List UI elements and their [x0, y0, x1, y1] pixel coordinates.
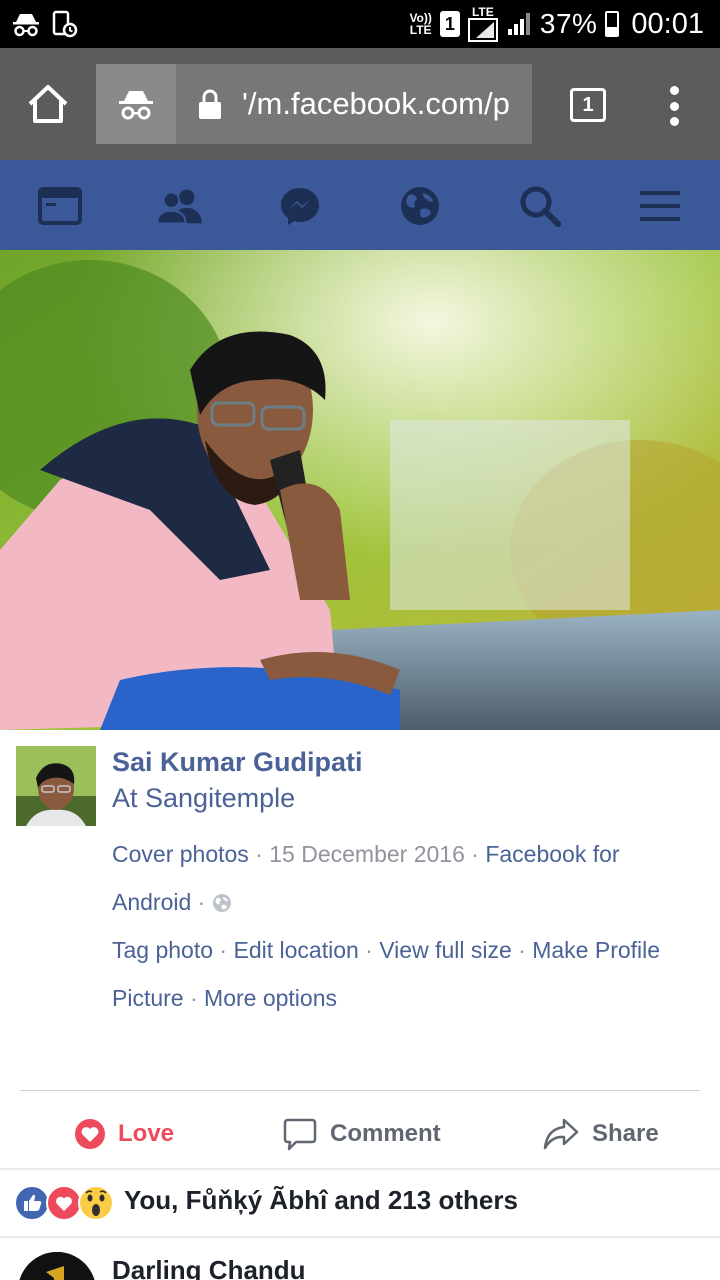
incognito-icon	[119, 91, 153, 120]
browser-menu-button[interactable]	[668, 86, 680, 126]
love-label: Love	[118, 1120, 175, 1147]
avatar[interactable]	[16, 746, 96, 826]
share-label: Share	[592, 1120, 659, 1147]
post-date: 15 December 2016	[269, 841, 465, 867]
home-button[interactable]	[24, 82, 72, 126]
screenshot-notification-icon	[52, 10, 78, 43]
comment-item: Darling Chandu	[0, 1238, 720, 1280]
public-globe-icon	[212, 894, 231, 912]
reactions-bar[interactable]: You, Fůňķý Ãbhî and 213 others	[0, 1170, 720, 1236]
reactions-summary[interactable]: You, Fůňķý Ãbhî and 213 others	[124, 1185, 518, 1216]
comment-author-name[interactable]: Darling Chandu	[112, 1255, 306, 1280]
cover-photo[interactable]	[0, 250, 720, 730]
incognito-notification-icon	[12, 11, 40, 42]
comment-avatar[interactable]	[18, 1252, 96, 1280]
share-icon	[543, 1118, 579, 1150]
album-link[interactable]: Cover photos	[112, 841, 249, 867]
love-reaction-icon	[75, 1119, 105, 1149]
notifications-globe-icon[interactable]	[396, 182, 444, 230]
reaction-icons	[14, 1185, 114, 1221]
post-author-name[interactable]: Sai Kumar Gudipati	[112, 747, 363, 778]
edit-location-link[interactable]: Edit location	[233, 937, 358, 963]
address-bar[interactable]: '/m.facebook.com/p	[176, 64, 532, 144]
divider	[20, 1090, 700, 1091]
lte-indicator: LTE	[467, 6, 498, 42]
cell-signal-icon	[507, 13, 530, 35]
facebook-nav-bar	[0, 160, 720, 250]
share-button[interactable]: Share	[542, 1104, 659, 1164]
battery-percent: 37%	[539, 8, 598, 39]
love-icon	[46, 1185, 82, 1221]
lock-icon	[199, 89, 221, 119]
comment-button[interactable]: Comment	[282, 1104, 441, 1164]
menu-icon[interactable]	[636, 182, 684, 230]
sim-indicator: 1	[439, 11, 460, 37]
post-location[interactable]: At Sangitemple	[112, 783, 295, 814]
post-card: Sai Kumar Gudipati At Sangitemple Cover …	[0, 730, 720, 1168]
comment-icon	[283, 1118, 317, 1151]
home-icon	[28, 85, 68, 123]
signal-box-icon	[467, 18, 498, 42]
search-icon[interactable]	[516, 182, 564, 230]
news-feed-icon[interactable]	[36, 182, 84, 230]
clock: 00:01	[631, 7, 704, 40]
view-full-size-link[interactable]: View full size	[379, 937, 512, 963]
status-bar: Vo)) LTE 1 LTE 37% 00:01	[0, 0, 720, 48]
url-text: '/m.facebook.com/p	[242, 86, 510, 121]
battery-icon	[605, 11, 620, 37]
tag-photo-link[interactable]: Tag photo	[112, 937, 213, 963]
post-meta: Cover photos · 15 December 2016 · Facebo…	[112, 841, 661, 1011]
messenger-icon[interactable]	[276, 182, 324, 230]
friends-icon[interactable]	[156, 182, 204, 230]
incognito-button[interactable]	[96, 64, 176, 144]
wow-icon	[78, 1185, 114, 1221]
comment-label: Comment	[330, 1120, 441, 1147]
volte-indicator: Vo)) LTE	[409, 11, 432, 37]
like-icon	[14, 1185, 50, 1221]
love-button[interactable]: Love	[74, 1104, 174, 1164]
more-options-link[interactable]: More options	[204, 985, 337, 1011]
browser-toolbar: '/m.facebook.com/p 1	[0, 48, 720, 160]
tab-switcher-button[interactable]: 1	[570, 88, 606, 122]
